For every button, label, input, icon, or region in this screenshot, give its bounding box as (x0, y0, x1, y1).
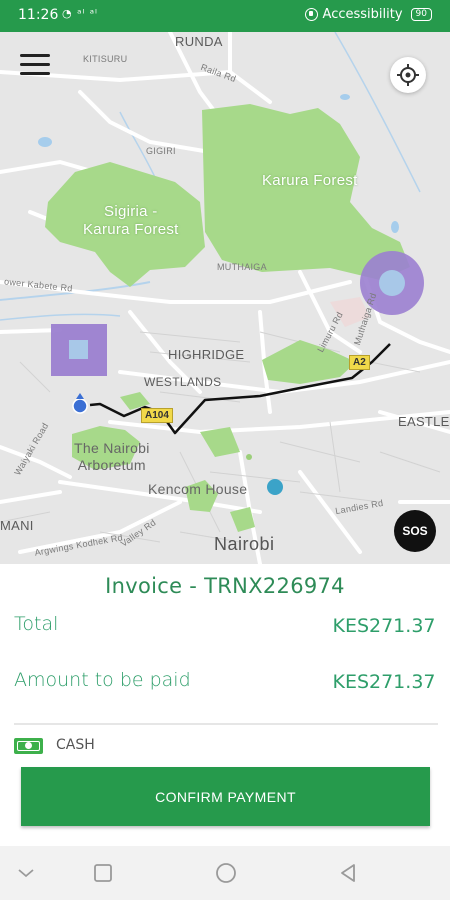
map-label-kencom-house: Kencom House (148, 481, 248, 497)
back-triangle-icon[interactable] (336, 862, 360, 884)
battery-icon: 90 (410, 8, 432, 21)
accessibility-label: Accessibility (322, 7, 403, 22)
menu-icon-bar (20, 72, 50, 75)
amount-to-pay-value: KES271.37 (332, 671, 436, 693)
map-label-eastleigh: EASTLE (398, 414, 450, 429)
map-label-arboretum: The Nairobi Arboretum (74, 440, 150, 473)
total-label: Total (14, 613, 59, 635)
confirm-payment-button[interactable]: CONFIRM PAYMENT (21, 767, 430, 826)
menu-icon (20, 54, 50, 57)
menu-icon-bar (20, 63, 50, 66)
crosshair-icon (397, 64, 419, 86)
map-label-sigiria-forest: Sigiria - Karura Forest (83, 203, 179, 238)
my-location-button[interactable] (390, 57, 426, 93)
accessibility-indicator: Accessibility 90 (304, 7, 432, 22)
map-label-kitisuru: KITISURU (83, 54, 128, 64)
home-icon[interactable] (214, 862, 238, 884)
status-bar: 11:26 ◔ ᵃˡ ᵃˡ Accessibility 90 (0, 0, 450, 32)
back-chevron-icon[interactable] (14, 862, 38, 884)
map-label-nairobi: Nairobi (214, 534, 275, 554)
road-shield-a104: A104 (141, 408, 173, 423)
map-label-karura-forest: Karura Forest (262, 172, 358, 189)
payment-method-label: CASH (56, 737, 95, 753)
map-label-runda: RUNDA (175, 34, 223, 49)
menu-button[interactable] (20, 54, 50, 76)
cash-icon (14, 738, 43, 754)
total-value: KES271.37 (332, 615, 436, 637)
map-label-highridge: HIGHRIDGE (168, 347, 245, 362)
status-time: 11:26 (18, 7, 59, 23)
divider (14, 723, 438, 725)
map-label-muthaiga: MUTHAIGA (217, 262, 267, 272)
map-label-westlands: WESTLANDS (144, 375, 222, 389)
invoice-title: Invoice - TRNX226974 (105, 574, 345, 598)
sos-button[interactable]: SOS (394, 510, 436, 552)
map-view[interactable]: RUNDA KITISURU Raila Rd GIGIRI Karura Fo… (0, 32, 450, 564)
navigation-bar (0, 846, 450, 900)
amount-to-pay-label: Amount to be paid (14, 669, 191, 691)
signal-icons: ◔ ᵃˡ ᵃˡ (62, 7, 98, 20)
road-shield-a2: A2 (349, 355, 370, 370)
recent-apps-icon[interactable] (91, 862, 115, 884)
accessibility-icon (304, 8, 318, 21)
map-label-mani: MANI (0, 518, 34, 533)
map-label-gigiri: GIGIRI (146, 146, 176, 156)
